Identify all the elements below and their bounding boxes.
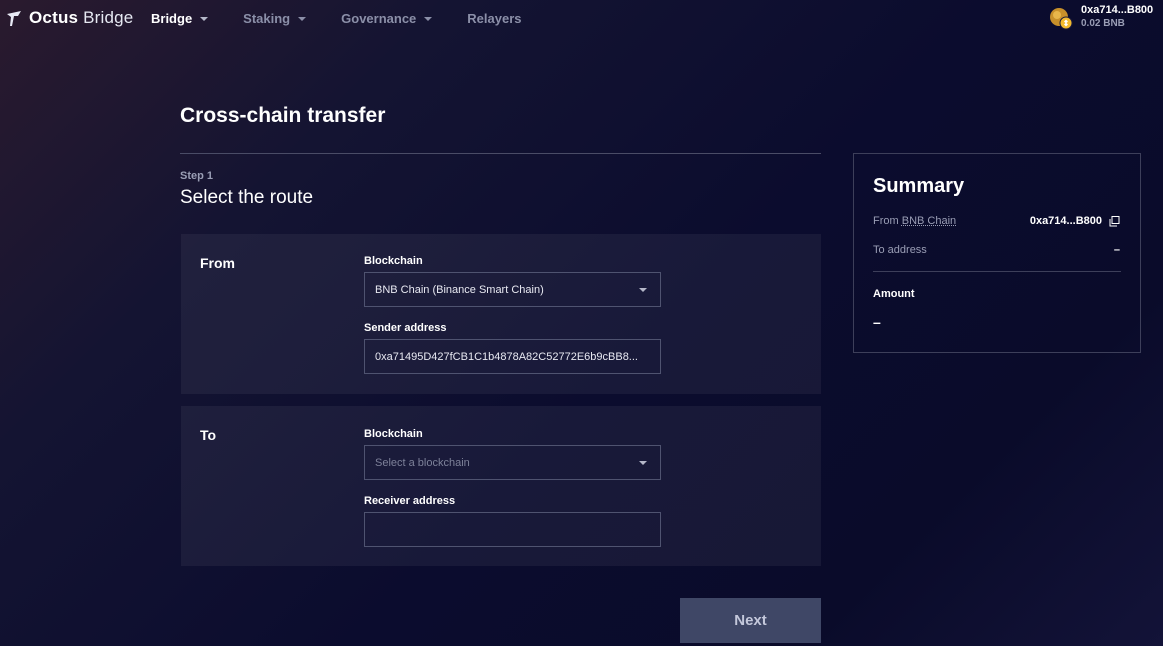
bridge-logo-icon bbox=[7, 10, 21, 26]
receiver-address-label: Receiver address bbox=[364, 495, 456, 507]
summary-from-address: 0xa714...B800 bbox=[1029, 215, 1102, 227]
sender-address-value: 0xa71495D427fCB1C1b4878A82C52772E6b9cBB8… bbox=[375, 350, 638, 363]
summary-divider bbox=[873, 271, 1121, 272]
nav-governance-label: Governance bbox=[341, 11, 417, 26]
receiver-address-input[interactable] bbox=[364, 512, 661, 547]
next-button[interactable]: Next bbox=[680, 598, 821, 643]
summary-card: Summary From BNB Chain 0xa714...B800 To … bbox=[853, 153, 1141, 353]
nav-relayers[interactable]: Relayers bbox=[467, 11, 521, 26]
nav-relayers-label: Relayers bbox=[467, 11, 522, 26]
summary-to-value: – bbox=[1113, 244, 1120, 256]
wallet-avatar-icon bbox=[1050, 8, 1073, 30]
to-blockchain-label: Blockchain bbox=[364, 428, 423, 440]
to-panel: To Blockchain Select a blockchain Receiv… bbox=[181, 406, 821, 566]
summary-to-label: To address bbox=[873, 244, 927, 256]
title-divider bbox=[180, 153, 821, 154]
to-title: To bbox=[200, 427, 217, 443]
logo-text: Octus Bridge bbox=[29, 8, 133, 28]
chevron-down-icon bbox=[200, 17, 209, 21]
summary-from-value: 0xa714...B800 bbox=[1030, 215, 1120, 227]
chevron-down-icon bbox=[639, 288, 647, 292]
step-title: Select the route bbox=[180, 187, 314, 208]
to-blockchain-select[interactable]: Select a blockchain bbox=[364, 445, 661, 480]
chevron-down-icon bbox=[424, 17, 433, 21]
summary-from-label: From BNB Chain bbox=[873, 215, 956, 227]
from-blockchain-select[interactable]: BNB Chain (Binance Smart Chain) bbox=[364, 272, 661, 307]
from-panel: From Blockchain BNB Chain (Binance Smart… bbox=[181, 234, 821, 394]
nav-governance[interactable]: Governance bbox=[341, 11, 433, 26]
main-nav: Bridge Staking Governance Relayers bbox=[151, 11, 557, 26]
chevron-down-icon bbox=[298, 17, 307, 21]
summary-title: Summary bbox=[873, 175, 965, 197]
copy-icon[interactable] bbox=[1109, 215, 1120, 227]
from-blockchain-value: BNB Chain (Binance Smart Chain) bbox=[375, 283, 544, 296]
chevron-down-icon bbox=[639, 461, 647, 465]
nav-staking[interactable]: Staking bbox=[243, 11, 307, 26]
wallet-info: 0xa714...B800 0.02 BNB bbox=[1081, 5, 1153, 29]
from-title: From bbox=[200, 255, 235, 271]
wallet-balance: 0.02 BNB bbox=[1081, 18, 1125, 29]
step-label: Step 1 bbox=[180, 170, 214, 182]
summary-amount-value: – bbox=[873, 314, 881, 330]
sender-address-field[interactable]: 0xa71495D427fCB1C1b4878A82C52772E6b9cBB8… bbox=[364, 339, 661, 374]
wallet-button[interactable]: 0xa714...B800 0.02 BNB bbox=[1049, 5, 1153, 31]
from-blockchain-label: Blockchain bbox=[364, 255, 423, 267]
summary-from-chain: BNB Chain bbox=[901, 215, 957, 227]
logo[interactable]: Octus Bridge bbox=[6, 8, 133, 28]
nav-bridge[interactable]: Bridge bbox=[151, 11, 209, 26]
summary-amount-label: Amount bbox=[873, 288, 915, 300]
nav-staking-label: Staking bbox=[243, 11, 291, 26]
page-title: Cross-chain transfer bbox=[180, 104, 386, 127]
to-blockchain-placeholder: Select a blockchain bbox=[375, 456, 470, 469]
wallet-address: 0xa714...B800 bbox=[1081, 4, 1154, 16]
nav-bridge-label: Bridge bbox=[151, 11, 193, 26]
logo-text-light: Bridge bbox=[83, 8, 134, 27]
logo-text-bold: Octus bbox=[29, 8, 79, 27]
top-header: Octus Bridge Bridge Staking Governance R… bbox=[0, 0, 1163, 38]
sender-address-label: Sender address bbox=[364, 322, 447, 334]
summary-from-prefix: From bbox=[873, 215, 899, 227]
